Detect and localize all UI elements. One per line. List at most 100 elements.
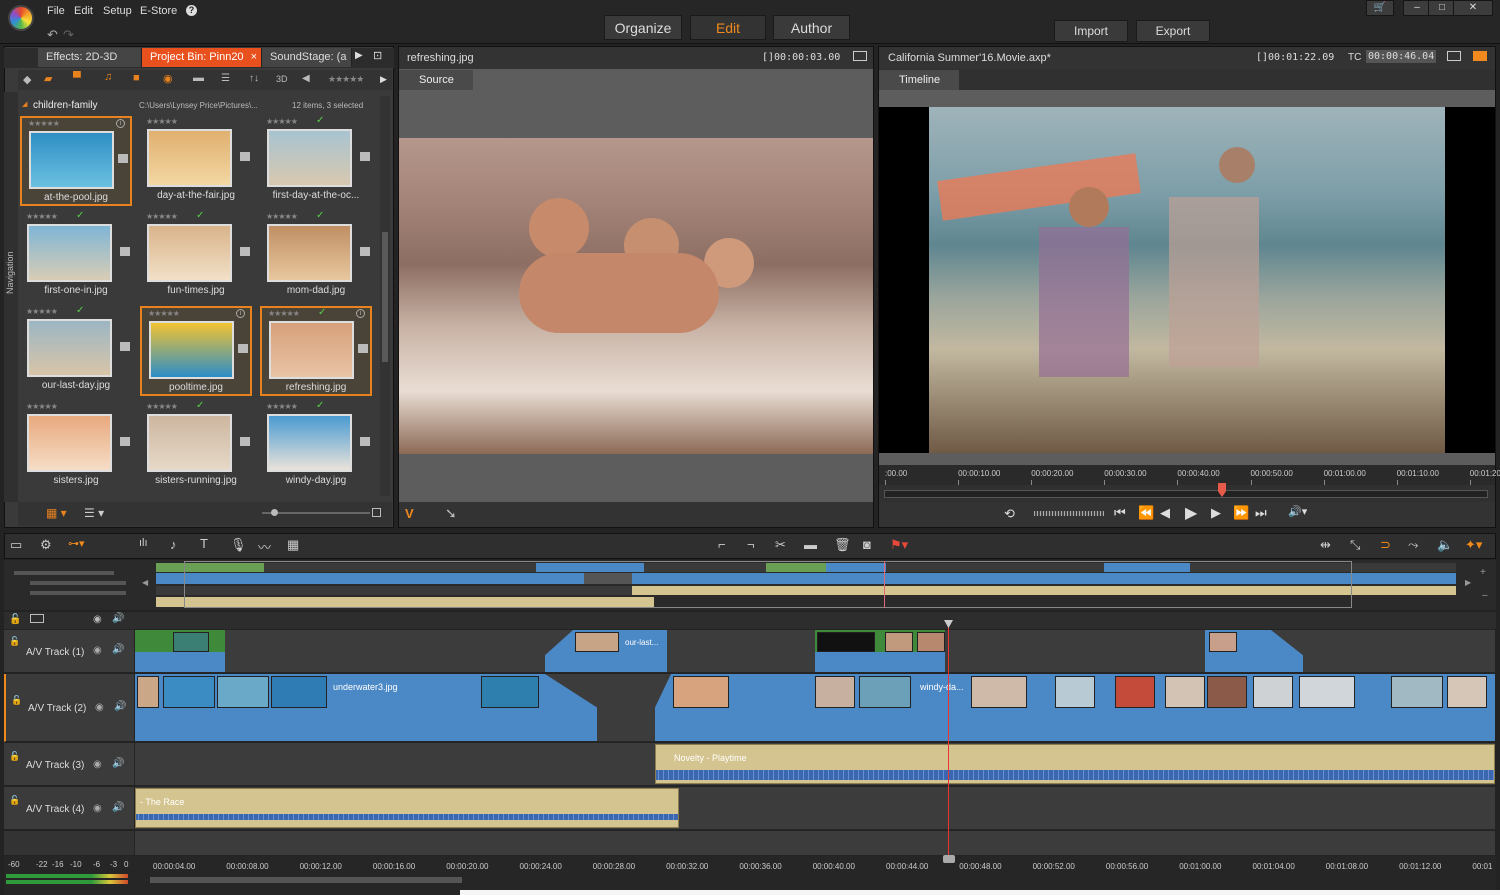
gear-icon[interactable]: ⚙ — [40, 537, 52, 553]
track-tools-icon[interactable]: ⊶▾ — [68, 537, 85, 550]
title-icon[interactable]: T — [200, 536, 208, 551]
track-header-2[interactable]: 🔓 A/V Track (2) ◉ 🔊 — [4, 674, 134, 742]
menu-file[interactable]: File — [47, 5, 65, 17]
rating-stars[interactable]: ★★★★★ — [146, 402, 178, 411]
lock-icon[interactable]: 🔓 — [9, 751, 20, 762]
folder-icon[interactable]: ▬ — [193, 72, 204, 84]
navigator-right-arrow[interactable]: ▶ — [1465, 578, 1471, 587]
speaker-all-icon[interactable]: 🔊 — [112, 613, 124, 624]
redo-icon[interactable]: ↷ — [63, 27, 74, 43]
info-icon[interactable]: i — [236, 309, 245, 318]
lock-all-icon[interactable]: 🔓 — [9, 614, 21, 625]
media-item[interactable]: ★★★★★ ✓ i refreshing.jpg — [260, 306, 372, 396]
video-filter-icon[interactable]: ▰ — [44, 72, 52, 85]
audio-mixer-icon[interactable]: ılı — [139, 537, 148, 549]
go-end-icon[interactable]: ⏭ — [1255, 505, 1267, 521]
player-scrubber[interactable] — [884, 490, 1488, 498]
trash-icon[interactable]: 🗑 — [834, 537, 851, 553]
media-item[interactable]: ★★★★★ ✓ first-one-in.jpg — [20, 210, 132, 301]
zoom-out-icon[interactable]: – — [1482, 590, 1488, 601]
menu-setup[interactable]: Setup — [103, 5, 132, 17]
speaker-icon[interactable]: 🔊 — [112, 758, 124, 769]
corner-icon[interactable] — [120, 437, 130, 446]
help-icon[interactable]: ? — [186, 5, 197, 16]
disc-icon[interactable]: ◉ — [163, 72, 173, 85]
corner-icon[interactable] — [240, 152, 250, 161]
source-marker-icon[interactable]: V — [405, 506, 414, 521]
tab-project-bin[interactable]: Project Bin: Pinn20 × — [142, 48, 262, 67]
music-icon[interactable]: ♫ — [104, 71, 112, 83]
corner-icon[interactable] — [120, 342, 130, 351]
menu-estore[interactable]: E-Store — [140, 5, 177, 17]
track-4[interactable]: - The Race — [135, 787, 1495, 830]
playhead-line[interactable] — [948, 620, 949, 858]
eye-all-icon[interactable]: ◉ — [93, 614, 102, 625]
tab-scroll-icon[interactable]: ▶ — [355, 50, 363, 61]
track-header-3[interactable]: 🔓 A/V Track (3) ◉ 🔊 — [4, 743, 134, 786]
razor-icon[interactable]: ✂ — [775, 537, 786, 553]
close-button[interactable]: ✕ — [1453, 0, 1493, 16]
speaker-icon[interactable]: 🔊 — [114, 701, 126, 712]
track-header-1[interactable]: 🔓 A/V Track (1) ◉ 🔊 — [4, 630, 134, 673]
rating-filter[interactable]: ★★★★★ — [328, 74, 364, 85]
add-folder-icon[interactable]: ◆ — [23, 73, 31, 86]
lock-icon[interactable]: 🔓 — [11, 695, 22, 706]
corner-icon[interactable] — [360, 437, 370, 446]
corner-icon[interactable] — [240, 247, 250, 256]
navigator-left-arrow[interactable]: ◀ — [142, 578, 148, 587]
navigation-sidebar[interactable] — [4, 92, 18, 502]
tc-value[interactable]: 00:00:46.04 — [1366, 50, 1437, 63]
corner-icon[interactable] — [360, 247, 370, 256]
player-fullscreen-icon[interactable] — [1447, 51, 1461, 61]
library-scroll-thumb[interactable] — [382, 232, 388, 362]
rating-stars[interactable]: ★★★★★ — [148, 309, 180, 318]
cart-icon[interactable]: 🛒 — [1366, 0, 1394, 16]
media-item[interactable]: ★★★★★ sisters.jpg — [20, 401, 132, 491]
marker-icon[interactable]: ⚑▾ — [890, 537, 908, 553]
corner-icon[interactable] — [360, 152, 370, 161]
track2-clip-main[interactable]: windy-da... — [655, 674, 1495, 741]
zoom-max-icon[interactable] — [372, 508, 381, 517]
navigator-viewport[interactable] — [184, 561, 1352, 608]
ripple-icon[interactable]: ⤡ — [1350, 537, 1360, 553]
speaker-icon[interactable]: 🔊 — [112, 802, 124, 813]
clapper-icon[interactable]: ▀ — [73, 72, 81, 84]
media-item[interactable]: ★★★★★ ✓ our-last-day.jpg — [20, 305, 132, 396]
speaker-icon[interactable]: 🔊 — [112, 644, 124, 655]
lock-icon[interactable]: 🔓 — [9, 636, 20, 647]
pin-icon[interactable]: ⊡ — [373, 49, 382, 62]
media-item[interactable]: ★★★★★ ✓ mom-dad.jpg — [260, 210, 372, 301]
step-forward-icon[interactable]: ▶ — [1211, 505, 1221, 521]
loop-icon[interactable]: ⟲ — [1004, 506, 1015, 522]
snapshot-icon[interactable]: ◙ — [863, 537, 871, 552]
rating-stars[interactable]: ★★★★★ — [146, 117, 178, 126]
timeline-settings-icon[interactable]: ▭ — [10, 537, 22, 553]
grid-view-icon[interactable]: ▦ ▾ — [46, 506, 67, 520]
export-button[interactable]: Export — [1136, 20, 1210, 42]
rating-stars[interactable]: ★★★★★ — [28, 119, 60, 128]
media-item[interactable]: ★★★★★ ✓ sisters-running.jpg — [140, 400, 252, 491]
source-fullscreen-icon[interactable] — [853, 51, 867, 61]
list-icon[interactable]: ☰ — [221, 73, 230, 84]
media-item[interactable]: ★★★★★ day-at-the-fair.jpg — [140, 116, 252, 206]
info-icon[interactable]: i — [356, 309, 365, 318]
edit-mode-icon[interactable]: ✦▾ — [1465, 537, 1482, 553]
timeline-tab[interactable]: Timeline — [879, 70, 959, 90]
audio-scrub-icon[interactable]: 🔈 — [1437, 537, 1453, 553]
play-icon[interactable]: ▶ — [1185, 503, 1197, 523]
track1-clip-c[interactable] — [1205, 630, 1303, 672]
dual-preview-icon[interactable] — [1473, 51, 1487, 61]
minimize-button[interactable]: – — [1403, 0, 1431, 16]
track1-clip-b[interactable] — [815, 630, 945, 672]
maximize-button[interactable]: □ — [1428, 0, 1456, 16]
tab-soundstage[interactable]: SoundStage: (a — [262, 48, 352, 67]
track-3[interactable]: Novelty - Playtime — [135, 743, 1495, 786]
eye-icon[interactable]: ◉ — [93, 759, 102, 770]
track4-audio-race[interactable]: - The Race — [135, 788, 679, 828]
photo-filter-icon[interactable]: ■ — [133, 72, 140, 84]
go-start-icon[interactable]: ⏮ — [1114, 505, 1126, 521]
import-button[interactable]: Import — [1054, 20, 1128, 42]
magnet-icon[interactable]: ⊃ — [1380, 537, 1391, 553]
tab-effects[interactable]: Effects: 2D-3D — [38, 48, 142, 67]
info-icon[interactable]: i — [116, 119, 125, 128]
